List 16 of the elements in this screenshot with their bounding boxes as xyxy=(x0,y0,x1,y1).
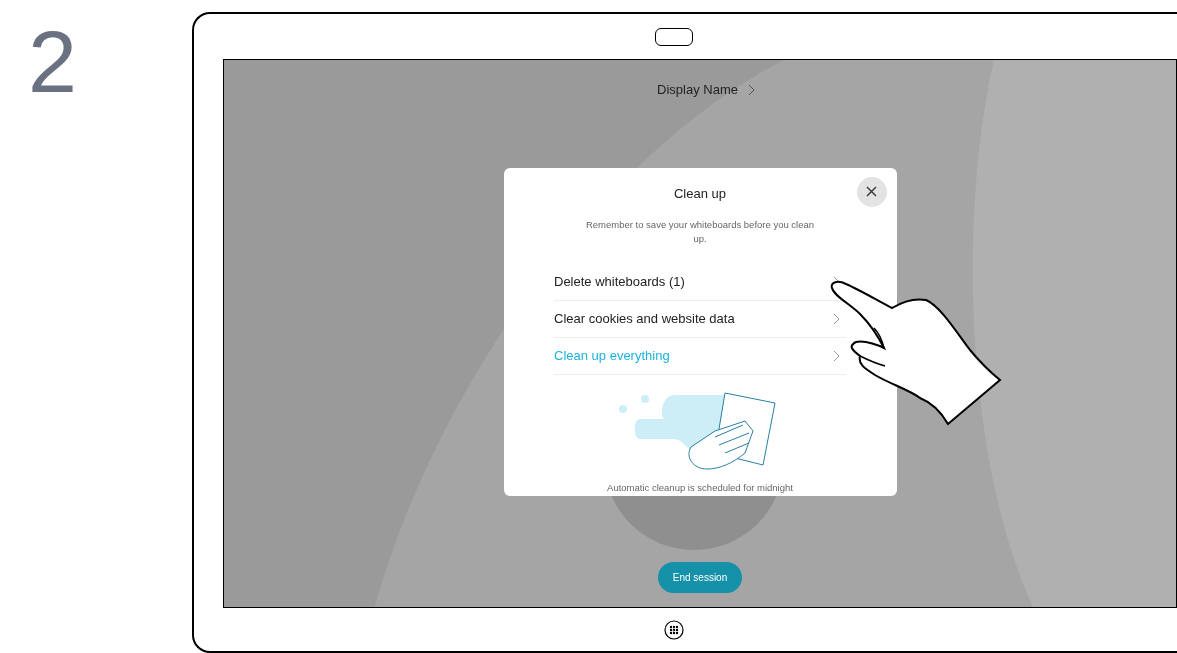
chevron-icon xyxy=(747,83,755,96)
menu-label: Clear cookies and website data xyxy=(554,310,735,329)
chevron-icon xyxy=(833,350,840,362)
menu-label: Clean up everything xyxy=(554,347,670,366)
dialog-title: Clean up xyxy=(673,184,726,203)
display-name[interactable]: Display Name xyxy=(657,80,738,100)
step-number: 2 xyxy=(28,14,78,110)
close-button[interactable] xyxy=(856,176,887,207)
apps-grid-icon[interactable] xyxy=(663,619,684,640)
footer-note: Automatic cleanup is scheduled for midnight xyxy=(607,481,793,495)
close-icon xyxy=(866,186,877,197)
camera-icon xyxy=(654,27,693,46)
chevron-icon xyxy=(833,313,840,325)
menu-label: Delete whiteboards (1) xyxy=(554,273,685,292)
dialog-message: Remember to save your whiteboards before you clean up. xyxy=(584,218,816,246)
menu-row[interactable]: Clear cookies and website data xyxy=(554,301,846,338)
